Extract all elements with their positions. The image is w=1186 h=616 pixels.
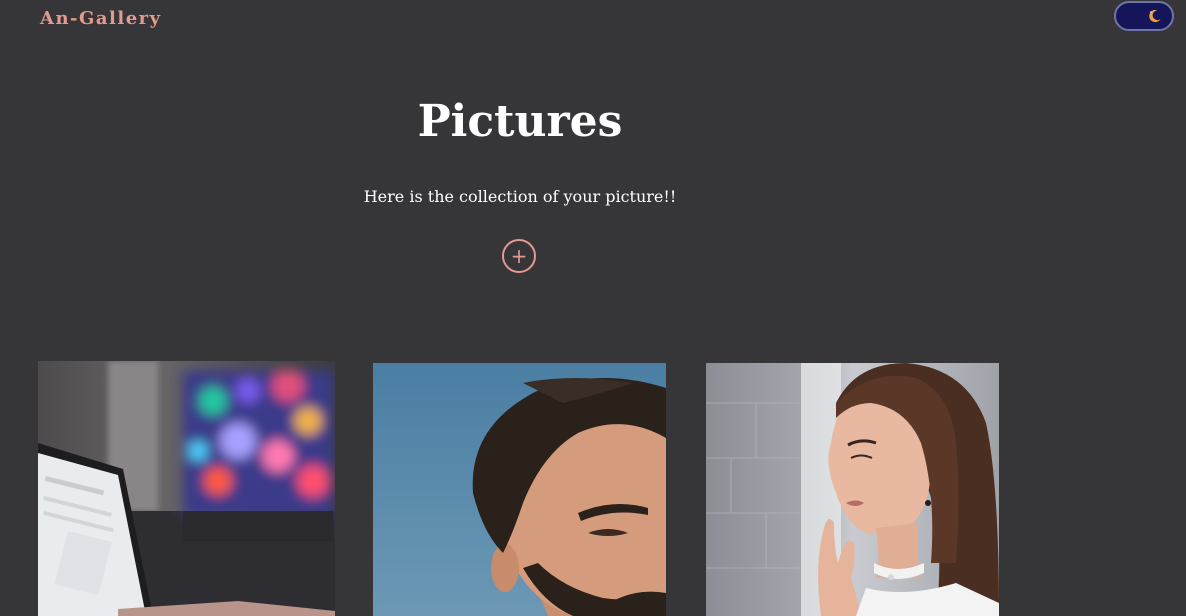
gallery-card-laptop-photo[interactable]	[38, 361, 335, 616]
page-title: Pictures	[417, 96, 623, 147]
laptop-photo-image	[38, 361, 335, 616]
page-subtitle: Here is the collection of your picture!!	[363, 187, 677, 206]
add-picture-button[interactable]: +	[502, 239, 536, 273]
brand-logo[interactable]: An-Gallery	[40, 8, 162, 29]
theme-toggle[interactable]	[1114, 1, 1174, 31]
gallery-card-woman-portrait-photo[interactable]	[706, 363, 999, 616]
top-bar: An-Gallery	[0, 0, 1186, 44]
woman-portrait-image	[706, 363, 999, 616]
gallery-card-man-portrait-photo[interactable]	[373, 363, 666, 616]
moon-icon	[1149, 10, 1161, 23]
man-portrait-image	[373, 363, 666, 616]
